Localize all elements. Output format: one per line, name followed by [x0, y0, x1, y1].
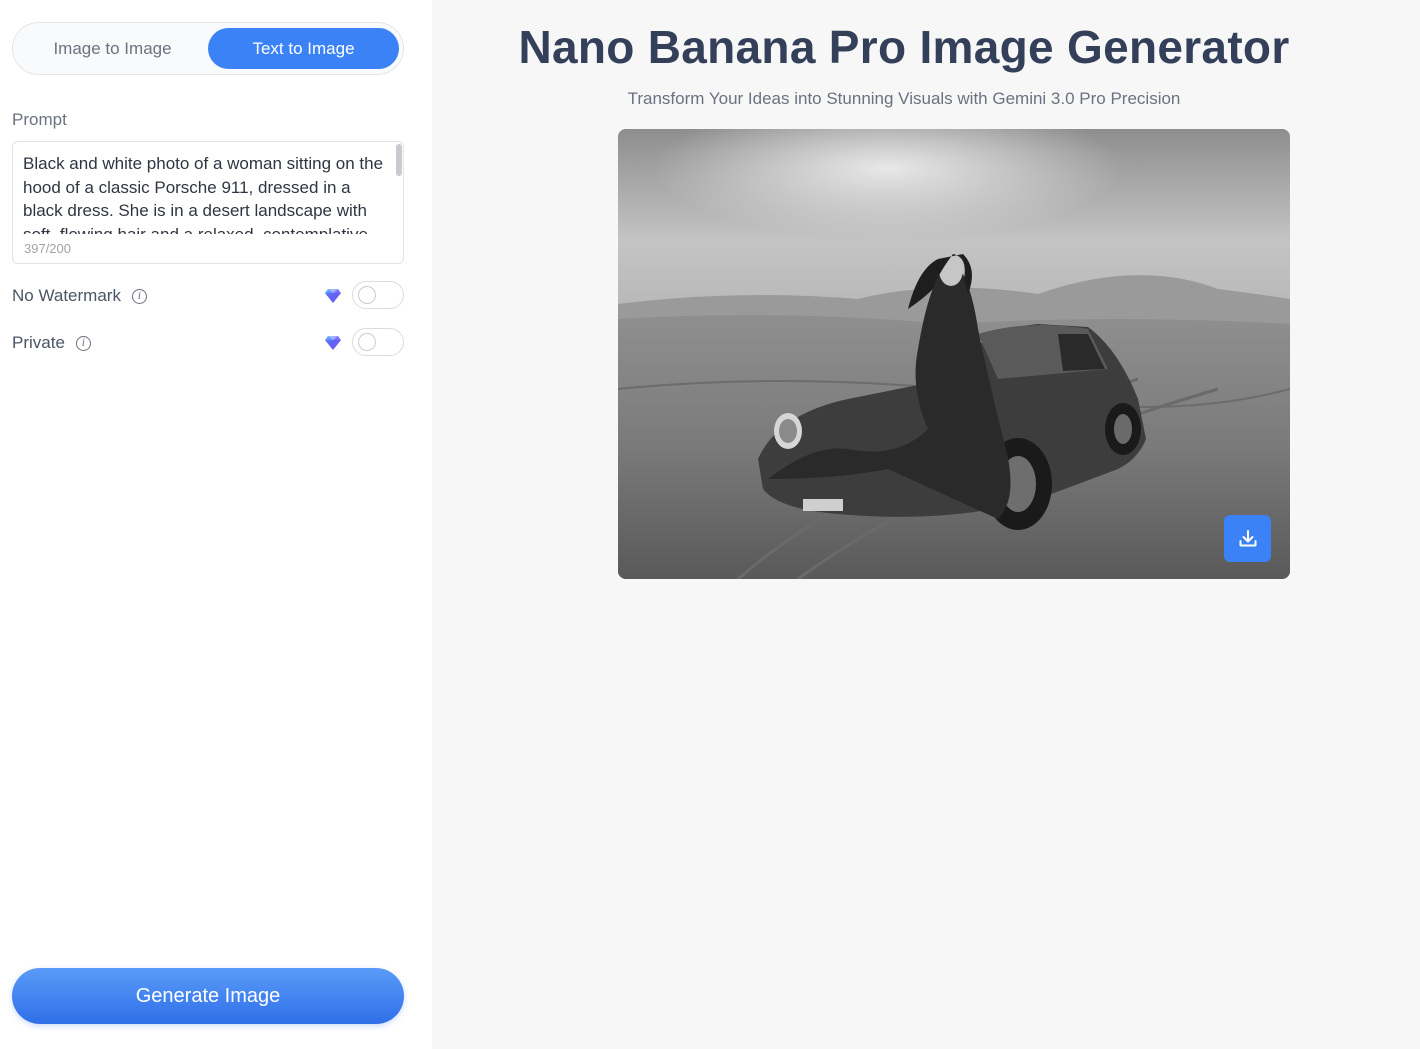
generate-image-button[interactable]: Generate Image: [12, 968, 404, 1024]
prompt-scrollbar[interactable]: [396, 144, 402, 176]
prompt-textarea[interactable]: Black and white photo of a woman sitting…: [12, 141, 404, 264]
info-icon[interactable]: i: [75, 335, 91, 351]
prompt-label: Prompt: [12, 110, 67, 129]
mode-switch: Image to Image Text to Image: [12, 22, 404, 75]
result-image: [618, 129, 1290, 579]
page-subtitle: Transform Your Ideas into Stunning Visua…: [627, 89, 1181, 108]
page-title: Nano Banana Pro Image Generator: [518, 21, 1290, 73]
option-no-watermark: No Watermark i: [12, 281, 404, 311]
tab-image-to-image[interactable]: Image to Image: [17, 28, 208, 69]
tab-text-to-image[interactable]: Text to Image: [208, 28, 399, 69]
gem-icon: [325, 289, 341, 303]
toggle-knob: [358, 286, 376, 304]
app-root: Image to Image Text to Image Prompt Blac…: [0, 0, 1420, 1049]
download-icon: [1239, 529, 1256, 546]
no-watermark-label: No Watermark: [12, 286, 121, 305]
no-watermark-toggle[interactable]: [352, 281, 404, 309]
sidebar: Image to Image Text to Image Prompt Blac…: [0, 0, 432, 1049]
private-label: Private: [12, 333, 65, 352]
prompt-text[interactable]: Black and white photo of a woman sitting…: [23, 152, 393, 234]
download-button[interactable]: [1224, 515, 1271, 562]
char-count: 397/200: [24, 241, 71, 256]
gem-icon: [325, 336, 341, 350]
info-icon[interactable]: i: [131, 288, 147, 304]
private-toggle[interactable]: [352, 328, 404, 356]
toggle-knob: [358, 333, 376, 351]
option-private: Private i: [12, 328, 404, 358]
result-photo: [618, 129, 1290, 579]
main-panel: Nano Banana Pro Image Generator Transfor…: [432, 0, 1420, 1049]
